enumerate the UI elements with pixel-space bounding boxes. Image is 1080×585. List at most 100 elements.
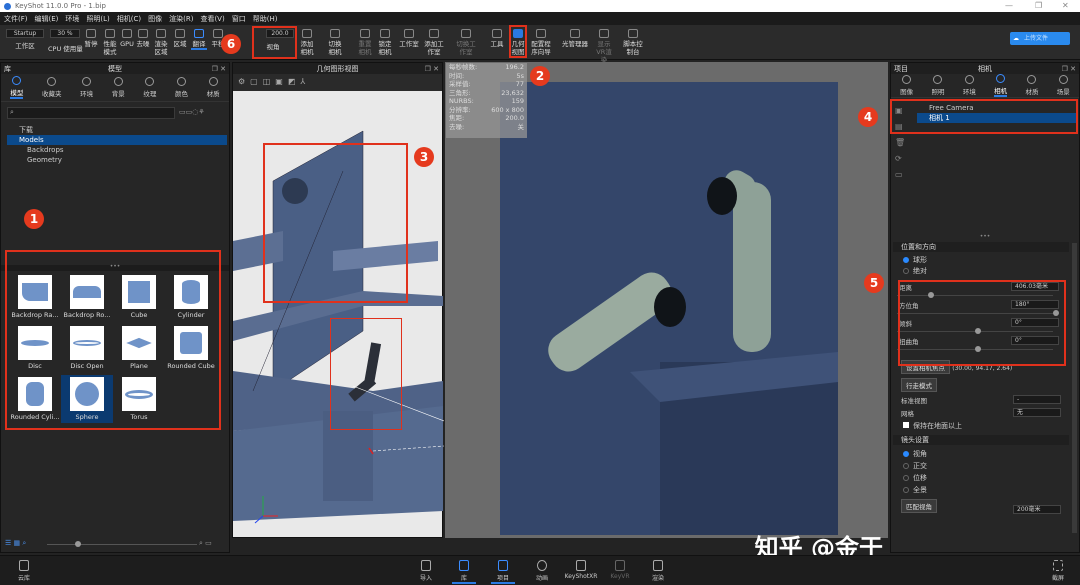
studio-button[interactable]: 工作室 bbox=[398, 29, 420, 48]
annotation-box-4 bbox=[890, 99, 1078, 134]
list-view-icon[interactable]: ☰ ▦ ⌕ bbox=[5, 539, 26, 548]
refresh-icon[interactable]: ⟳ bbox=[895, 151, 909, 167]
position-section-header[interactable]: 位置和方向 bbox=[893, 242, 1069, 252]
cloud-library-button[interactable]: 云库 bbox=[12, 560, 36, 582]
library-search-input[interactable]: ⌕ bbox=[7, 107, 175, 119]
lens-section-header[interactable]: 镜头设置 bbox=[893, 435, 1069, 445]
workspace-select[interactable]: Startup 工作区 bbox=[6, 29, 44, 50]
menu-view[interactable]: 查看(V) bbox=[200, 14, 224, 24]
menu-image[interactable]: 图像 bbox=[148, 14, 162, 24]
properties-scrollbar[interactable] bbox=[1072, 243, 1077, 533]
radio-spherical[interactable]: 球形 bbox=[903, 255, 1059, 266]
tab-backplates[interactable]: 背景 bbox=[112, 77, 125, 98]
lock-camera-button[interactable]: 锁定相机 bbox=[376, 29, 394, 56]
splitter-handle[interactable]: ••• bbox=[891, 234, 1079, 241]
tree-item-downloads[interactable]: 下载 bbox=[7, 125, 227, 135]
search-icon: ⌕ bbox=[10, 108, 14, 116]
tab-environment[interactable]: 环境 bbox=[963, 75, 976, 96]
keep-above-ground-checkbox[interactable]: 保持在地面以上 bbox=[893, 421, 1069, 435]
pause-button[interactable]: 暂停 bbox=[84, 29, 98, 48]
slider-knob[interactable] bbox=[75, 541, 81, 547]
project-button[interactable]: 项目 bbox=[491, 560, 515, 584]
render-region-button[interactable]: 渲染区域 bbox=[152, 29, 170, 56]
render-button[interactable]: 渲染 bbox=[646, 560, 670, 582]
close-panel-icon[interactable]: ❐ ✕ bbox=[425, 65, 439, 73]
tools-button[interactable]: 工具 bbox=[490, 29, 504, 48]
tab-favorites[interactable]: 收藏夹 bbox=[42, 77, 61, 98]
import-button[interactable]: 导入 bbox=[414, 560, 438, 582]
light-manager-button[interactable]: 光管理器 bbox=[560, 29, 590, 48]
add-camera-button[interactable]: 添加相机 bbox=[298, 29, 316, 56]
tab-materials[interactable]: 材质 bbox=[1025, 75, 1038, 96]
radio-shift[interactable]: 位移 bbox=[903, 472, 1059, 484]
switch-camera-button[interactable]: 切换相机 bbox=[326, 29, 344, 56]
animation-button[interactable]: 动画 bbox=[530, 560, 554, 582]
menu-file[interactable]: 文件(F) bbox=[4, 14, 28, 24]
menu-edit[interactable]: 编辑(E) bbox=[35, 14, 59, 24]
thumbnail-size-slider[interactable] bbox=[47, 541, 197, 547]
match-perspective-button[interactable]: 匹配视角 bbox=[901, 499, 937, 513]
region-button[interactable]: 区域 bbox=[173, 29, 187, 48]
material-icon bbox=[1027, 75, 1037, 84]
cloud-upload-button[interactable]: ☁ 上传文件 bbox=[1010, 32, 1070, 45]
tab-environments[interactable]: 环境 bbox=[80, 77, 93, 98]
tree-item-backdrops[interactable]: Backdrops bbox=[7, 145, 227, 155]
tab-camera[interactable]: 相机 bbox=[994, 74, 1008, 97]
radio-absolute[interactable]: 绝对 bbox=[903, 266, 1059, 277]
menu-render[interactable]: 渲染(R) bbox=[169, 14, 193, 24]
close-panel-icon[interactable]: ❐ ✕ bbox=[1062, 65, 1076, 73]
tab-scene[interactable]: 场景 bbox=[1057, 75, 1070, 96]
standard-view-select[interactable]: - bbox=[1013, 395, 1061, 404]
cpu-usage-field[interactable]: 30 % bbox=[50, 29, 80, 38]
gpu-button[interactable]: GPU bbox=[120, 29, 134, 48]
menu-lighting[interactable]: 照明(L) bbox=[86, 14, 109, 24]
keyvr-button[interactable]: KeyVR bbox=[608, 560, 632, 580]
denoise-button[interactable]: 去噪 bbox=[136, 29, 150, 48]
save-icon[interactable]: ▭ bbox=[895, 167, 909, 183]
focal-length-field[interactable]: 200毫米 bbox=[1013, 505, 1061, 514]
grid-select[interactable]: 无 bbox=[1013, 408, 1061, 417]
delete-icon[interactable]: 🗑 bbox=[895, 135, 909, 151]
menu-help[interactable]: 帮助(H) bbox=[253, 14, 278, 24]
stat-label: 每秒帧数: bbox=[449, 63, 478, 71]
tab-lighting[interactable]: 照明 bbox=[931, 75, 944, 96]
add-studio-button[interactable]: 添加工作室 bbox=[424, 29, 444, 56]
close-icon[interactable]: ✕ bbox=[1062, 1, 1069, 10]
radio-orthographic[interactable]: 正交 bbox=[903, 460, 1059, 472]
tree-item-models[interactable]: Models bbox=[7, 135, 227, 145]
menu-environment[interactable]: 环境 bbox=[65, 14, 79, 24]
walk-mode-button[interactable]: 行走模式 bbox=[901, 378, 937, 392]
radio-perspective[interactable]: 视角 bbox=[903, 448, 1059, 460]
radio-panoramic[interactable]: 全景 bbox=[903, 484, 1059, 496]
tree-item-geometry[interactable]: Geometry bbox=[7, 155, 227, 165]
performance-mode-button[interactable]: 性能模式 bbox=[102, 29, 118, 56]
tab-colors[interactable]: 颜色 bbox=[175, 77, 188, 98]
library-button[interactable]: 库 bbox=[452, 560, 476, 584]
checkbox-icon[interactable] bbox=[903, 422, 909, 428]
cloud-icon bbox=[19, 560, 29, 571]
tab-models[interactable]: 模型 bbox=[10, 76, 24, 99]
minimize-icon[interactable]: — bbox=[1005, 1, 1013, 10]
tab-materials[interactable]: 材质 bbox=[207, 77, 220, 98]
render-image[interactable] bbox=[500, 82, 838, 535]
script-console-button[interactable]: 脚本控制台 bbox=[622, 29, 644, 56]
reset-camera-button[interactable]: 重置相机 bbox=[356, 29, 374, 56]
menu-camera[interactable]: 相机(C) bbox=[117, 14, 141, 24]
tumble-button[interactable]: 翻译 bbox=[191, 29, 207, 50]
folder-tools-icon[interactable]: ▭▭◌⚘ bbox=[179, 108, 205, 116]
studio-icon bbox=[461, 29, 471, 38]
zoom-folder-icon[interactable]: ⌕ ▭ bbox=[199, 539, 212, 548]
workspace-dropdown[interactable]: Startup bbox=[6, 29, 44, 38]
menu-window[interactable]: 窗口 bbox=[232, 14, 246, 24]
switch-studio-button[interactable]: 切换工作室 bbox=[456, 29, 476, 56]
geometry-view-toolbar[interactable]: ⚙▢◫▣◩⅄ bbox=[233, 74, 442, 91]
maximize-icon[interactable]: ❐ bbox=[1035, 1, 1042, 10]
screenshot-button[interactable]: 截屏 bbox=[1046, 560, 1070, 582]
keyshotxr-button[interactable]: KeyShotXR bbox=[564, 560, 598, 580]
tab-textures[interactable]: 纹理 bbox=[143, 77, 156, 98]
tab-image[interactable]: 图像 bbox=[900, 75, 913, 96]
close-panel-icon[interactable]: ❐ ✕ bbox=[212, 65, 226, 73]
vr-button[interactable]: 显示VR渲染 bbox=[594, 29, 614, 64]
configurator-button[interactable]: 配置程序向导 bbox=[530, 29, 552, 56]
render-viewport[interactable]: 每秒帧数: 196.2 时间: 5s 采样值: 77 三角形: 23,632 NURBS: 159… bbox=[445, 62, 888, 562]
